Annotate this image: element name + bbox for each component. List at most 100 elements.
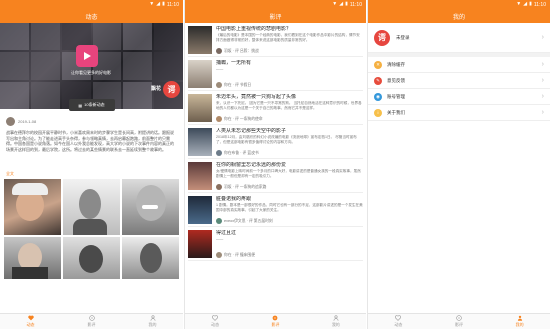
menu-item-label: 清除缓存 (387, 61, 405, 67)
review-item[interactable]: 脏叠诺我的疼跟 1 剧情。剧本是一部很好的作品，同时它也有一部分的不足，这部影片讲… (188, 193, 363, 227)
photo-4[interactable] (4, 237, 61, 279)
hero-banner[interactable]: 让你看见更多的好电影 飘花 谔 (0, 23, 183, 109)
screen-mine: ▼ ◢ ▮ 11:10 我的 谔 未登录 › ✕ 清除缓存 › ✎ 意见反馈 › ◉ 账号管理… (367, 0, 550, 329)
photo-1[interactable] (4, 179, 61, 235)
review-title[interactable]: 在你的橱窗里忘记永远的那份爱 (216, 162, 363, 168)
review-thumbnail[interactable] (188, 26, 212, 54)
review-author: 你在 · 评 撞床围便 (224, 252, 256, 257)
signal-icon: ◢ (339, 1, 344, 7)
photo-6[interactable] (122, 237, 179, 279)
grid-icon: ▦ (78, 102, 83, 108)
chevron-right-icon: › (541, 93, 544, 100)
avatar[interactable] (216, 218, 222, 224)
review-meta: eveox伊文思 · 评 第五届时刻 (216, 218, 363, 224)
review-author: 羽坂 · 评 一条狗的追家路 (224, 184, 267, 189)
tab-dynamic[interactable]: 动态 (0, 314, 61, 329)
play-logo-icon (76, 45, 98, 67)
review-item[interactable]: 在你的橱窗里忘记永远的那份爱 女/爱情电影上映时间前一个多月的口碑大好，电影讲述的… (188, 159, 363, 193)
tab-mine[interactable]: 我的 (489, 314, 550, 329)
tab-reviews[interactable]: 影评 (429, 314, 490, 329)
tab-label: 影评 (455, 322, 463, 327)
review-item[interactable]: 得过且过 —— 你在 · 评 撞床围便 (188, 227, 363, 261)
status-time: 11:10 (349, 1, 362, 8)
login-row[interactable]: 谔 未登录 › (368, 23, 550, 53)
menu-item-4[interactable]: i 关于我们 › (368, 105, 550, 121)
review-item[interactable]: 人类从未忘记那些天空中的影子 2018年12月，由刘慈欣的科幻小说改编的电影《流浪… (188, 125, 363, 159)
review-text: 朱迈年头，竟然被一只狗写起了头像 来，认识一下托尼。 因为它是一只不寻常的狗。 当… (216, 94, 363, 122)
photo-2[interactable] (63, 179, 120, 235)
status-bar: ▼ ◢ ▮ 11:10 (0, 0, 183, 9)
tab-label: 我的 (148, 322, 157, 327)
review-author: 你在 · 评 节假日 (224, 82, 252, 87)
review-title[interactable]: 朱迈年头，竟然被一只狗写起了头像 (216, 94, 363, 100)
review-thumbnail[interactable] (188, 162, 212, 190)
menu-item-label: 账号管理 (387, 93, 405, 99)
tab-mine[interactable]: 我的 (306, 314, 366, 329)
chevron-right-icon: › (541, 61, 544, 68)
review-snippet: 2018年12月，由刘慈欣的科幻小说改编的电影《流浪地球》宣布定档1日。 尽管当… (216, 135, 357, 144)
chevron-right-icon: › (541, 109, 544, 116)
avatar[interactable] (216, 82, 222, 88)
tab-reviews[interactable]: 影评 (61, 314, 122, 329)
tab-dynamic[interactable]: 动态 (185, 314, 245, 329)
menu-item-2[interactable]: ✎ 意见反馈 › (368, 73, 550, 89)
review-text: 得过且过 —— 你在 · 评 撞床围便 (216, 230, 363, 258)
tab-mine[interactable]: 我的 (122, 314, 183, 329)
avatar[interactable] (216, 116, 222, 122)
film-reel-icon (88, 315, 95, 321)
status-bar: ▼ ◢ ▮ 11:10 (368, 0, 550, 9)
review-meta: 羽坂 · 评 一条狗的追家路 (216, 184, 363, 190)
review-thumbnail[interactable] (188, 230, 212, 258)
review-item[interactable]: 捕蜘，一无所有 —— 你在 · 评 节假日 (188, 57, 363, 91)
review-thumbnail[interactable] (188, 60, 212, 88)
review-thumbnail[interactable] (188, 128, 212, 156)
tab-dynamic[interactable]: 动态 (368, 314, 429, 329)
person-icon (150, 315, 155, 321)
screen-reviews: ▼ ◢ ▮ 11:10 影评 中国电影上重视传统的悲剧电影？ 《最后的电影》是本国… (184, 0, 366, 329)
bottom-tab-bar: 动态 影评 我的 (368, 313, 550, 329)
full-text-link[interactable]: 全文 (0, 170, 183, 179)
battery-icon: ▮ (529, 1, 532, 7)
avatar[interactable]: 谔 (374, 29, 390, 46)
menu-item-1[interactable]: ✕ 清除缓存 › (368, 57, 550, 73)
review-thumbnail[interactable] (188, 196, 212, 224)
tab-label: 我的 (515, 322, 524, 327)
photo-3[interactable] (122, 179, 179, 235)
review-title[interactable]: 脏叠诺我的疼跟 (216, 196, 363, 202)
person-icon (333, 315, 339, 321)
film-reel-icon (273, 315, 278, 321)
photo-5[interactable] (63, 237, 120, 279)
review-text: 脏叠诺我的疼跟 1 剧情。剧本是一部很好的作品，同时它也有一部分的不足，这部影片讲… (216, 196, 363, 224)
menu-item-3[interactable]: ◉ 账号管理 › (368, 89, 550, 105)
avatar[interactable] (216, 150, 222, 156)
review-title[interactable]: 得过且过 (216, 230, 363, 236)
chevron-right-icon: › (541, 34, 544, 41)
review-item[interactable]: 中国电影上重视传统的悲剧电影？ 《最后的电影》是本国的一个经典的电影，我们看到在这… (188, 23, 363, 57)
page-title: 我的 (368, 9, 550, 23)
new-updates-button[interactable]: ▦ 10条新动态 (68, 99, 115, 111)
avatar[interactable] (216, 184, 222, 190)
review-item[interactable]: 朱迈年头，竟然被一只狗写起了头像 来，认识一下托尼。 因为它是一只不寻常的狗。 当… (188, 91, 363, 125)
review-author: 你在布鲁 · 评 蓝皮书 (224, 150, 259, 155)
review-title[interactable]: 人类从未忘记那些天空中的影子 (216, 128, 363, 134)
review-snippet: 来，认识一下托尼。 因为它是一只不寻常的狗。 当托尼自然地活在这种意识的时候，世… (216, 101, 362, 110)
avatar[interactable] (216, 48, 222, 54)
battery-icon: ▮ (345, 1, 348, 7)
signal-icon: ◢ (156, 1, 161, 7)
status-time: 11:10 (533, 1, 546, 8)
avatar[interactable] (216, 252, 222, 258)
tab-reviews[interactable]: 影评 (245, 314, 305, 329)
review-title[interactable]: 中国电影上重视传统的悲剧电影？ (216, 26, 363, 32)
brand-badge[interactable]: 谔 (163, 81, 180, 98)
review-list: 中国电影上重视传统的悲剧电影？ 《最后的电影》是本国的一个经典的电影，我们看到在这… (185, 23, 366, 261)
review-thumbnail[interactable] (188, 94, 212, 122)
avatar[interactable] (6, 117, 15, 126)
battery-icon: ▮ (162, 1, 165, 7)
review-meta: 你在 · 评 撞床围便 (216, 252, 363, 258)
status-time: 11:10 (166, 1, 179, 8)
login-status: 未登录 (396, 34, 410, 40)
review-title[interactable]: 捕蜘，一无所有 (216, 60, 363, 66)
tab-label: 我的 (331, 322, 340, 327)
review-meta: 你在布鲁 · 评 蓝皮书 (216, 150, 363, 156)
info-icon: i (374, 108, 382, 117)
